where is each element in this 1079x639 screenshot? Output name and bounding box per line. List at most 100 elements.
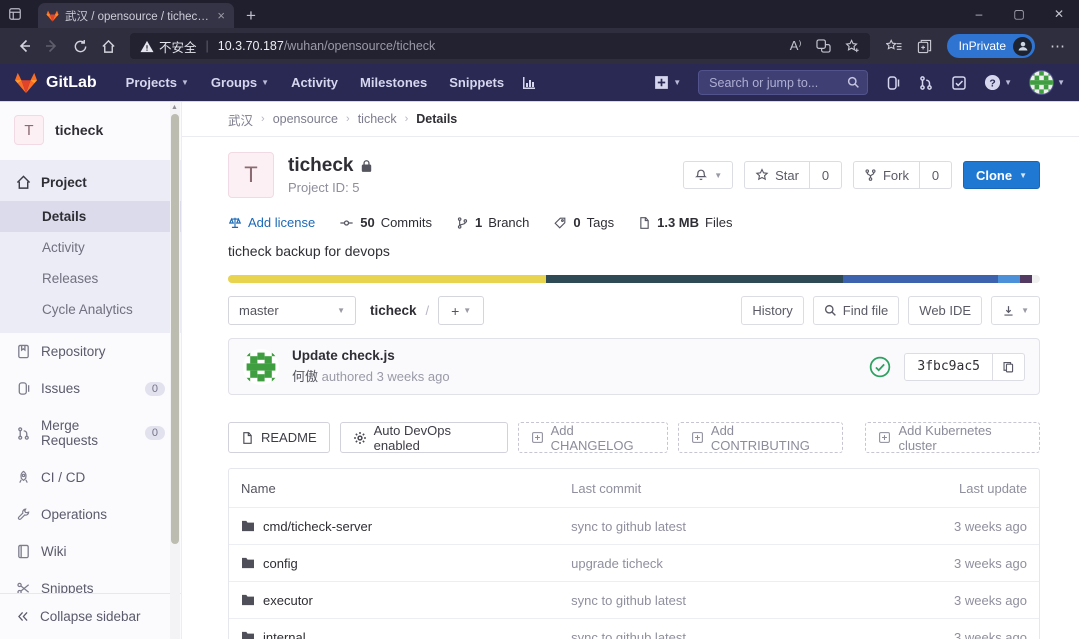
- table-row[interactable]: internal sync to github latest 3 weeks a…: [229, 618, 1039, 639]
- sidebar-item-ci-cd[interactable]: CI / CD: [0, 459, 181, 496]
- maximize-button[interactable]: ▢: [999, 0, 1039, 28]
- sidebar-scrollbar[interactable]: ▲: [170, 102, 180, 639]
- collapse-sidebar-button[interactable]: Collapse sidebar: [0, 593, 181, 639]
- favorite-add-icon[interactable]: [845, 39, 860, 54]
- merge-requests-icon[interactable]: [918, 75, 934, 91]
- security-warning[interactable]: 不安全: [140, 37, 197, 56]
- copy-sha-button[interactable]: [993, 353, 1025, 381]
- star-button[interactable]: Star: [744, 161, 810, 189]
- find-file-button[interactable]: Find file: [813, 296, 900, 325]
- branch-selector[interactable]: master ▼: [228, 296, 356, 325]
- nav-groups[interactable]: Groups▼: [200, 75, 280, 90]
- browser-menu-icon[interactable]: ⋯: [1050, 37, 1065, 55]
- back-icon[interactable]: [10, 32, 38, 60]
- auto-devops-button[interactable]: Auto DevOps enabled: [340, 422, 508, 453]
- file-commit-message[interactable]: upgrade ticheck: [571, 556, 907, 571]
- nav-snippets[interactable]: Snippets: [438, 75, 515, 90]
- fork-count[interactable]: 0: [920, 161, 952, 189]
- minimize-button[interactable]: –: [959, 0, 999, 28]
- user-avatar: [1029, 70, 1054, 95]
- tab-close-icon[interactable]: ×: [214, 8, 228, 23]
- sidebar-item-operations[interactable]: Operations: [0, 496, 181, 533]
- history-button[interactable]: History: [741, 296, 803, 325]
- tab-actions-icon[interactable]: [0, 0, 30, 28]
- nav-milestones[interactable]: Milestones: [349, 75, 438, 90]
- chart-icon[interactable]: [521, 75, 537, 91]
- home-icon[interactable]: [94, 32, 122, 60]
- add-changelog-button[interactable]: Add CHANGELOG: [518, 422, 668, 453]
- nav-activity[interactable]: Activity: [280, 75, 349, 90]
- collections-icon[interactable]: [917, 39, 932, 54]
- add-file-dropdown[interactable]: + ▼: [438, 296, 484, 325]
- sidebar-item-project[interactable]: Project: [0, 164, 181, 201]
- repo-path[interactable]: ticheck: [370, 303, 417, 318]
- sidebar-item-wiki[interactable]: Wiki: [0, 533, 181, 570]
- browser-tab[interactable]: 武汉 / opensource / ticheck · Gi ×: [38, 3, 234, 28]
- readme-button[interactable]: README: [228, 422, 330, 453]
- refresh-icon[interactable]: [66, 32, 94, 60]
- sidebar-item-repository[interactable]: Repository: [0, 333, 181, 370]
- add-contributing-button[interactable]: Add CONTRIBUTING: [678, 422, 844, 453]
- sidebar-item-cycle-analytics[interactable]: Cycle Analytics: [0, 294, 181, 325]
- commit-title[interactable]: Update check.js: [292, 348, 450, 363]
- add-kubernetes-button[interactable]: Add Kubernetes cluster: [865, 422, 1040, 453]
- sidebar-item-activity[interactable]: Activity: [0, 232, 181, 263]
- issues-icon[interactable]: [885, 75, 901, 91]
- breadcrumb-group[interactable]: 武汉: [228, 110, 253, 129]
- file-name[interactable]: executor: [263, 593, 313, 608]
- web-ide-button[interactable]: Web IDE: [908, 296, 982, 325]
- breadcrumb-project[interactable]: ticheck: [358, 112, 397, 126]
- table-row[interactable]: cmd/ticheck-server sync to github latest…: [229, 507, 1039, 544]
- sidebar-item-details[interactable]: Details: [0, 201, 181, 232]
- new-tab-button[interactable]: +: [246, 6, 256, 28]
- tags-stat[interactable]: 0Tags: [553, 215, 614, 230]
- commit-sha[interactable]: 3fbc9ac5: [904, 353, 993, 381]
- commit-author-avatar[interactable]: [243, 349, 279, 385]
- inprivate-badge[interactable]: InPrivate: [947, 34, 1035, 58]
- commit-author[interactable]: 何傲: [292, 369, 318, 384]
- add-license-link[interactable]: Add license: [228, 215, 315, 230]
- translate-icon[interactable]: [816, 39, 831, 53]
- notification-dropdown[interactable]: ▼: [683, 161, 733, 189]
- gitlab-brand[interactable]: GitLab: [14, 72, 97, 94]
- scrollbar-thumb[interactable]: [171, 114, 179, 544]
- address-bar-icons: A⁾: [790, 38, 860, 54]
- file-name[interactable]: internal: [263, 630, 306, 639]
- scroll-up-icon[interactable]: ▲: [171, 104, 178, 111]
- file-commit-message[interactable]: sync to github latest: [571, 630, 907, 639]
- user-menu[interactable]: ▼: [1029, 70, 1065, 95]
- sidebar-item-releases[interactable]: Releases: [0, 263, 181, 294]
- commits-stat[interactable]: 50Commits: [339, 215, 432, 230]
- file-name[interactable]: cmd/ticheck-server: [263, 519, 372, 534]
- breadcrumb-subgroup[interactable]: opensource: [273, 112, 338, 126]
- fork-button[interactable]: Fork: [853, 161, 920, 189]
- read-aloud-icon[interactable]: A⁾: [790, 38, 802, 54]
- pipeline-passed-icon[interactable]: [869, 356, 891, 378]
- file-commit-message[interactable]: sync to github latest: [571, 593, 907, 608]
- favorites-bar-icon[interactable]: [886, 39, 902, 54]
- search-icon: [847, 76, 860, 89]
- file-commit-message[interactable]: sync to github latest: [571, 519, 907, 534]
- address-bar[interactable]: 不安全 | 10.3.70.187/wuhan/opensource/tiche…: [130, 33, 870, 59]
- todos-icon[interactable]: [951, 75, 967, 91]
- issues-count-badge: 0: [145, 382, 165, 396]
- sidebar-item-issues[interactable]: Issues 0: [0, 370, 181, 407]
- help-menu[interactable]: ? ▼: [984, 74, 1012, 91]
- table-row[interactable]: config upgrade ticheck 3 weeks ago: [229, 544, 1039, 581]
- project-id: Project ID: 5: [288, 180, 373, 195]
- files-stat[interactable]: 1.3 MBFiles: [638, 215, 732, 230]
- table-row[interactable]: executor sync to github latest 3 weeks a…: [229, 581, 1039, 618]
- nav-projects[interactable]: Projects▼: [115, 75, 200, 90]
- address-divider: |: [206, 39, 209, 53]
- file-name[interactable]: config: [263, 556, 298, 571]
- sidebar-project-header[interactable]: T ticheck: [0, 102, 181, 160]
- close-button[interactable]: ✕: [1039, 0, 1079, 28]
- language-bar[interactable]: [228, 275, 1040, 283]
- branches-stat[interactable]: 1Branch: [456, 215, 529, 230]
- download-dropdown[interactable]: ▼: [991, 296, 1040, 325]
- new-menu-button[interactable]: ▼: [653, 74, 681, 91]
- clone-button[interactable]: Clone ▼: [963, 161, 1040, 189]
- star-count[interactable]: 0: [810, 161, 842, 189]
- search-input[interactable]: [698, 70, 868, 95]
- sidebar-item-merge-requests[interactable]: Merge Requests 0: [0, 407, 181, 459]
